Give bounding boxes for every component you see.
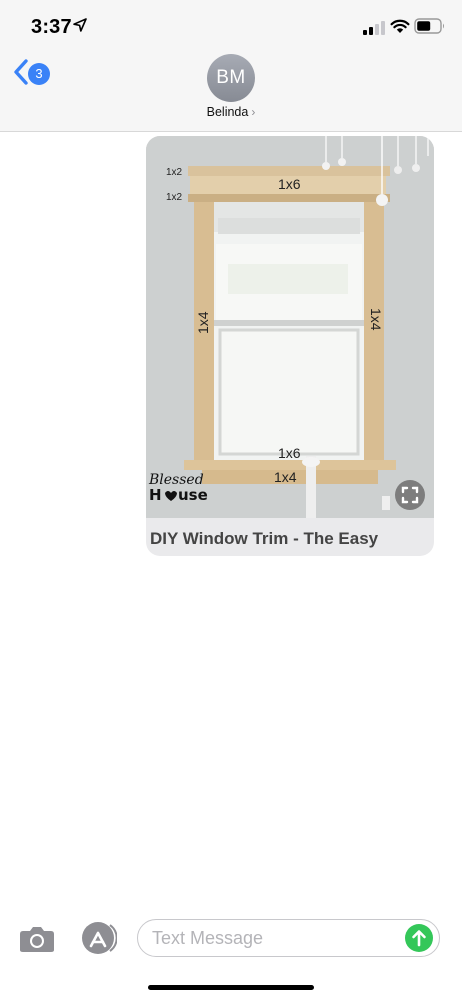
image-label-left-side: 1x4 xyxy=(195,311,211,334)
link-preview-bubble[interactable]: 1x2 1x2 1x6 1x4 1x4 1x6 1x4 Blessed H us… xyxy=(146,136,434,556)
conversation-header: 3 BM Belinda › xyxy=(0,52,462,132)
contact-chevron-icon: › xyxy=(251,105,256,119)
send-arrow-icon xyxy=(412,930,426,947)
image-label-apron: 1x4 xyxy=(274,469,297,485)
app-store-icon[interactable] xyxy=(79,921,117,955)
expand-icon xyxy=(401,486,419,504)
svg-text:H: H xyxy=(149,486,162,504)
cellular-signal-icon xyxy=(363,21,385,35)
messages-screen: 3:37 3 BM Belinda › 1x2 1x2 1x6 1x4 1x4 … xyxy=(0,0,462,1000)
status-time: 3:37 xyxy=(31,16,72,38)
link-title[interactable]: DIY Window Trim - The Easy xyxy=(150,529,434,555)
image-label-header: 1x6 xyxy=(278,176,301,192)
unread-count-badge[interactable]: 3 xyxy=(28,63,50,85)
camera-icon[interactable] xyxy=(19,925,55,953)
wifi-icon xyxy=(390,19,410,33)
image-label-sill: 1x6 xyxy=(278,445,301,461)
svg-text:use: use xyxy=(178,486,208,504)
link-preview-image: 1x2 1x2 1x6 1x4 1x4 1x6 1x4 Blessed H us… xyxy=(146,136,434,518)
status-bar: 3:37 xyxy=(0,0,462,52)
contact-avatar[interactable]: BM xyxy=(207,54,255,102)
message-text-field[interactable] xyxy=(137,919,440,957)
contact-name: Belinda xyxy=(206,105,249,119)
expand-image-button[interactable] xyxy=(395,480,425,510)
image-label-1x2-bottom: 1x2 xyxy=(166,192,183,203)
location-arrow-icon xyxy=(73,18,87,32)
image-label-right-side: 1x4 xyxy=(368,308,384,331)
home-indicator[interactable] xyxy=(148,985,314,990)
battery-icon xyxy=(414,18,444,34)
contact-name-button[interactable]: Belinda › xyxy=(0,105,462,119)
blessed-house-logo: Blessed H use xyxy=(148,472,208,504)
send-button[interactable] xyxy=(405,924,433,952)
message-input[interactable] xyxy=(152,928,392,948)
image-label-1x2-top: 1x2 xyxy=(166,167,183,178)
